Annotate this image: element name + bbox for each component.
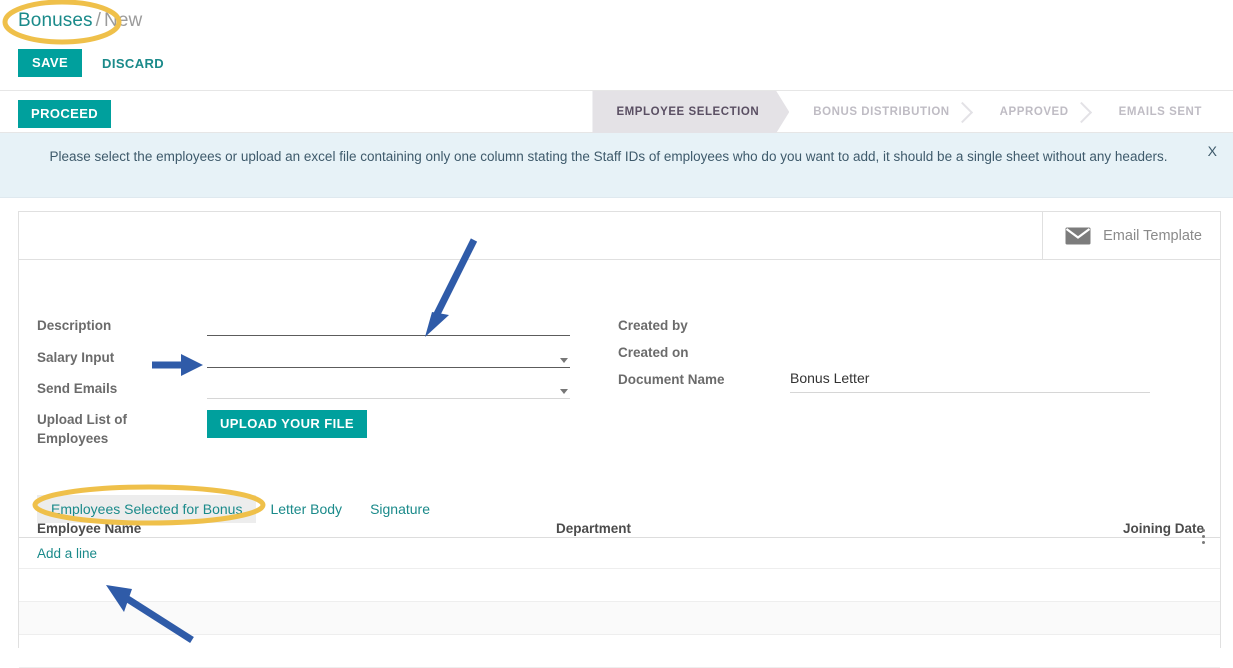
created-by-label: Created by xyxy=(618,316,790,335)
info-alert-banner: Please select the employees or upload an… xyxy=(0,133,1233,198)
breadcrumb-separator: / xyxy=(96,10,101,31)
send-emails-value xyxy=(207,379,570,398)
stage-employee-selection[interactable]: EMPLOYEE SELECTION xyxy=(592,91,789,133)
salary-input-label: Salary Input xyxy=(37,348,207,367)
description-value xyxy=(207,316,570,335)
upload-your-file-button[interactable]: UPLOAD YOUR FILE xyxy=(207,410,367,438)
created-on-value xyxy=(790,343,1150,349)
salary-input-select-wrap[interactable] xyxy=(207,348,570,368)
field-upload-employees: Upload List of Employees UPLOAD YOUR FIL… xyxy=(37,410,367,448)
description-underline xyxy=(207,335,570,336)
tab-employees-selected-for-bonus[interactable]: Employees Selected for Bonus xyxy=(37,495,256,523)
table-header-row: Employee Name Department Joining Date xyxy=(19,528,1220,538)
send-emails-label: Send Emails xyxy=(37,379,207,398)
send-emails-underline xyxy=(207,398,570,399)
stage-bonus-distribution[interactable]: BONUS DISTRIBUTION xyxy=(789,91,975,133)
proceed-button[interactable]: PROCEED xyxy=(18,100,111,128)
tab-letter-body[interactable]: Letter Body xyxy=(256,495,356,523)
card-topbar: Email Template xyxy=(19,212,1220,260)
record-action-row: SAVE DISCARD xyxy=(18,49,164,77)
employees-table: Employee Name Department Joining Date Ad… xyxy=(19,528,1220,668)
field-send-emails: Send Emails xyxy=(37,379,570,399)
stage-approved[interactable]: APPROVED xyxy=(976,91,1095,133)
tab-signature[interactable]: Signature xyxy=(356,495,444,523)
stage-emails-sent[interactable]: EMAILS SENT xyxy=(1095,91,1228,133)
field-description: Description xyxy=(37,316,570,336)
alert-message: Please select the employees or upload an… xyxy=(32,146,1185,167)
chevron-down-icon xyxy=(560,389,568,394)
document-name-input-wrap[interactable]: Bonus Letter xyxy=(790,370,1150,393)
description-label: Description xyxy=(37,316,207,335)
save-button[interactable]: SAVE xyxy=(18,49,82,77)
alert-close-button[interactable]: X xyxy=(1208,143,1217,159)
email-template-button[interactable]: Email Template xyxy=(1042,212,1220,259)
kebab-menu-icon[interactable] xyxy=(1202,529,1206,547)
salary-input-underline xyxy=(207,367,570,368)
chevron-down-icon xyxy=(560,358,568,363)
document-name-value: Bonus Letter xyxy=(790,370,1150,392)
breadcrumb-root-link[interactable]: Bonuses xyxy=(18,10,93,31)
field-document-name: Document Name Bonus Letter xyxy=(618,370,1150,393)
field-created-on: Created on xyxy=(618,343,1150,362)
created-by-value xyxy=(790,316,1150,322)
field-created-by: Created by xyxy=(618,316,1150,335)
table-add-row: Add a line xyxy=(19,538,1220,569)
envelope-icon xyxy=(1065,227,1091,245)
description-input-wrap[interactable] xyxy=(207,316,570,336)
created-on-label: Created on xyxy=(618,343,790,362)
breadcrumb: Bonuses/New xyxy=(18,10,142,32)
column-header-joining-date[interactable]: Joining Date xyxy=(1084,521,1204,536)
bonus-form: Description Salary Input Send Emails xyxy=(19,260,1220,290)
send-emails-select-wrap[interactable] xyxy=(207,379,570,399)
discard-button[interactable]: DISCARD xyxy=(102,56,164,71)
statusbar-container: PROCEED EMPLOYEE SELECTION BONUS DISTRIB… xyxy=(0,90,1233,133)
column-header-department[interactable]: Department xyxy=(556,521,631,536)
salary-input-value xyxy=(207,348,570,367)
pipeline-statusbar: EMPLOYEE SELECTION BONUS DISTRIBUTION AP… xyxy=(592,91,1228,133)
table-row xyxy=(19,569,1220,602)
bonus-form-card: Email Template Description Salary Input … xyxy=(18,211,1221,648)
notebook-tabs: Employees Selected for Bonus Letter Body… xyxy=(37,495,444,523)
field-salary-input: Salary Input xyxy=(37,348,570,368)
table-row xyxy=(19,635,1220,668)
document-name-label: Document Name xyxy=(618,370,790,389)
table-row xyxy=(19,602,1220,635)
email-template-label: Email Template xyxy=(1103,228,1202,244)
breadcrumb-current: New xyxy=(104,10,142,31)
upload-employees-label: Upload List of Employees xyxy=(37,410,207,448)
column-header-employee-name[interactable]: Employee Name xyxy=(37,521,141,536)
document-name-underline xyxy=(790,392,1150,393)
add-a-line-link[interactable]: Add a line xyxy=(37,546,97,561)
